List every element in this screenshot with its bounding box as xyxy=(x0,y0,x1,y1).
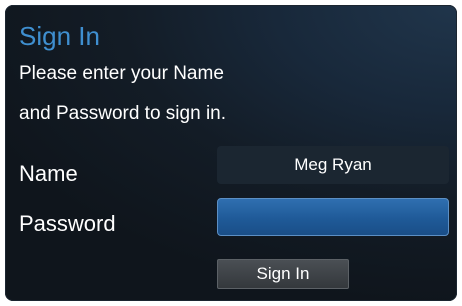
dialog-title: Sign In xyxy=(19,21,100,51)
name-label: Name xyxy=(19,161,78,186)
instruction-line-1: Please enter your Name xyxy=(19,63,224,84)
name-field-value: Meg Ryan xyxy=(294,155,372,174)
instruction-line-2: and Password to sign in. xyxy=(19,103,227,124)
password-field[interactable] xyxy=(217,198,449,236)
sign-in-dialog: Sign In Please enter your Name and Passw… xyxy=(5,5,457,301)
sign-in-button[interactable]: Sign In xyxy=(217,259,349,289)
password-label: Password xyxy=(19,211,116,236)
name-field[interactable]: Meg Ryan xyxy=(217,146,449,184)
sign-in-button-label: Sign In xyxy=(256,264,310,283)
